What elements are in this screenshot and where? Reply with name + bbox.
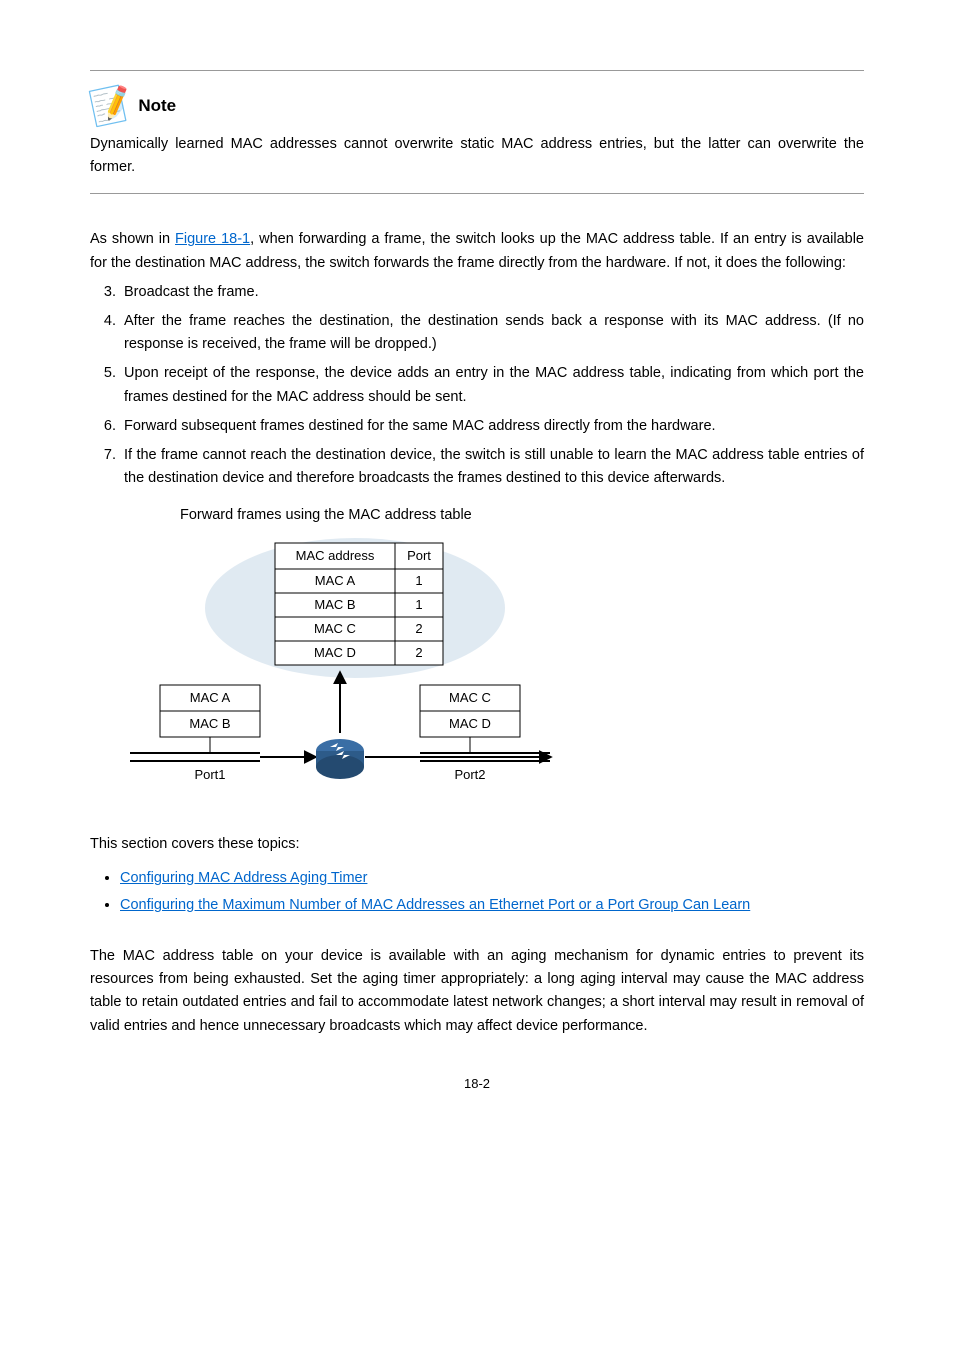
note-label: Note — [138, 92, 176, 123]
page-number: 18-2 — [90, 1074, 864, 1095]
note-bottom-rule — [90, 193, 864, 194]
note-header: 📝 Note — [90, 89, 864, 123]
intro-a: As shown in — [90, 231, 175, 247]
tbl-cell: 2 — [415, 621, 422, 636]
note-text: Dynamically learned MAC addresses cannot… — [90, 133, 864, 179]
list-item: Upon receipt of the response, the device… — [120, 362, 864, 408]
tbl-cell: MAC D — [314, 645, 356, 660]
host-label: MAC C — [449, 690, 491, 705]
topic-list: Configuring MAC Address Aging Timer Conf… — [90, 867, 864, 917]
list-item: If the frame cannot reach the destinatio… — [120, 444, 864, 490]
figure-link[interactable]: Figure 18-1 — [175, 231, 250, 247]
intro-paragraph: As shown in Figure 18-1, when forwarding… — [90, 228, 864, 274]
top-rule — [90, 70, 864, 71]
tbl-cell: 2 — [415, 645, 422, 660]
topic-link[interactable]: Configuring MAC Address Aging Timer — [120, 870, 367, 886]
list-item: Forward subsequent frames destined for t… — [120, 415, 864, 438]
list-item: Configuring MAC Address Aging Timer — [120, 867, 864, 890]
host-label: MAC B — [189, 716, 230, 731]
switch-icon — [316, 739, 364, 779]
list-item: After the frame reaches the destination,… — [120, 310, 864, 356]
tbl-hdr-mac: MAC address — [296, 548, 375, 563]
section-intro: This section covers these topics: — [90, 833, 864, 856]
figure-caption: Forward frames using the MAC address tab… — [180, 504, 864, 527]
tbl-hdr-port: Port — [407, 548, 431, 563]
port-label: Port2 — [454, 767, 485, 782]
tbl-cell: 1 — [415, 597, 422, 612]
tbl-cell: MAC C — [314, 621, 356, 636]
numbered-list: Broadcast the frame. After the frame rea… — [90, 281, 864, 491]
note-icon: 📝 — [87, 85, 135, 127]
aging-paragraph: The MAC address table on your device is … — [90, 945, 864, 1038]
tbl-cell: MAC B — [314, 597, 355, 612]
port-label: Port1 — [194, 767, 225, 782]
topic-link[interactable]: Configuring the Maximum Number of MAC Ad… — [120, 897, 750, 913]
host-label: MAC D — [449, 716, 491, 731]
figure-diagram: MAC address Port MAC A 1 MAC B 1 MAC C 2… — [120, 533, 864, 793]
tbl-cell: 1 — [415, 573, 422, 588]
list-item: Broadcast the frame. — [120, 281, 864, 304]
list-item: Configuring the Maximum Number of MAC Ad… — [120, 894, 864, 917]
host-label: MAC A — [190, 690, 231, 705]
tbl-cell: MAC A — [315, 573, 356, 588]
